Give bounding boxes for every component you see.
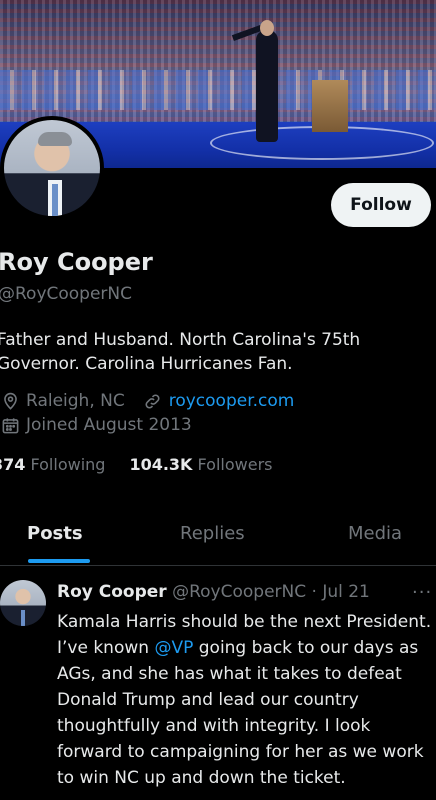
tweet-header: Roy Cooper @RoyCooperNC · Jul 21 (57, 582, 370, 602)
profile-counts: 374 Following 104.3K Followers (0, 455, 273, 474)
calendar-icon (0, 415, 20, 435)
bio-line-1: Father and Husband. North Carolina's 75t… (0, 330, 361, 350)
following-link[interactable]: 374 Following (0, 455, 105, 474)
following-count: 374 (0, 455, 26, 474)
profile-location: Raleigh, NC (26, 391, 125, 411)
tweet-text-part-2: going back to our days as AGs, and she h… (57, 638, 424, 788)
profile-website-link[interactable]: roycooper.com (169, 391, 295, 411)
more-horizontal-icon[interactable]: ··· (412, 582, 432, 603)
avatar-hair (38, 132, 72, 146)
bio-line-2: Governor. Carolina Hurricanes Fan. (0, 354, 293, 374)
tab-replies[interactable]: Replies (180, 523, 245, 544)
profile-meta-row-1: Raleigh, NC roycooper.com (0, 391, 294, 411)
map-pin-icon (0, 391, 20, 411)
tweet-separator: · (311, 582, 317, 602)
followers-label: Followers (197, 455, 273, 474)
profile-tabs: Posts Replies Media (0, 505, 436, 566)
avatar-tie (52, 184, 58, 216)
banner-signs (0, 70, 436, 110)
link-icon (143, 391, 163, 411)
tweet-author-handle[interactable]: @RoyCooperNC (172, 582, 306, 602)
profile-name: Roy Cooper (0, 248, 153, 276)
profile-handle: @RoyCooperNC (0, 284, 133, 304)
tweet-mention-link[interactable]: @VP (154, 638, 193, 658)
follow-button[interactable]: Follow (331, 183, 431, 227)
profile-avatar[interactable] (0, 116, 104, 220)
banner-podium (312, 80, 348, 132)
banner-crowd (0, 0, 436, 130)
tweet-author-name[interactable]: Roy Cooper (57, 582, 167, 602)
tab-media[interactable]: Media (348, 523, 402, 544)
banner-person-head (260, 20, 274, 36)
profile-bio: Father and Husband. North Carolina's 75t… (0, 328, 427, 376)
tweet-avatar[interactable] (0, 580, 46, 626)
tab-posts[interactable]: Posts (27, 523, 83, 544)
following-label: Following (30, 455, 106, 474)
followers-link[interactable]: 104.3K Followers (129, 455, 272, 474)
profile-meta-row-2: Joined August 2013 (0, 415, 192, 435)
profile-joined: Joined August 2013 (26, 415, 192, 435)
tweet-avatar-tie (21, 610, 25, 626)
followers-count: 104.3K (129, 455, 193, 474)
tweet-text: Kamala Harris should be the next Preside… (57, 609, 433, 791)
banner-person (256, 30, 278, 142)
tweet-date[interactable]: Jul 21 (322, 582, 370, 602)
active-tab-indicator (28, 559, 90, 563)
